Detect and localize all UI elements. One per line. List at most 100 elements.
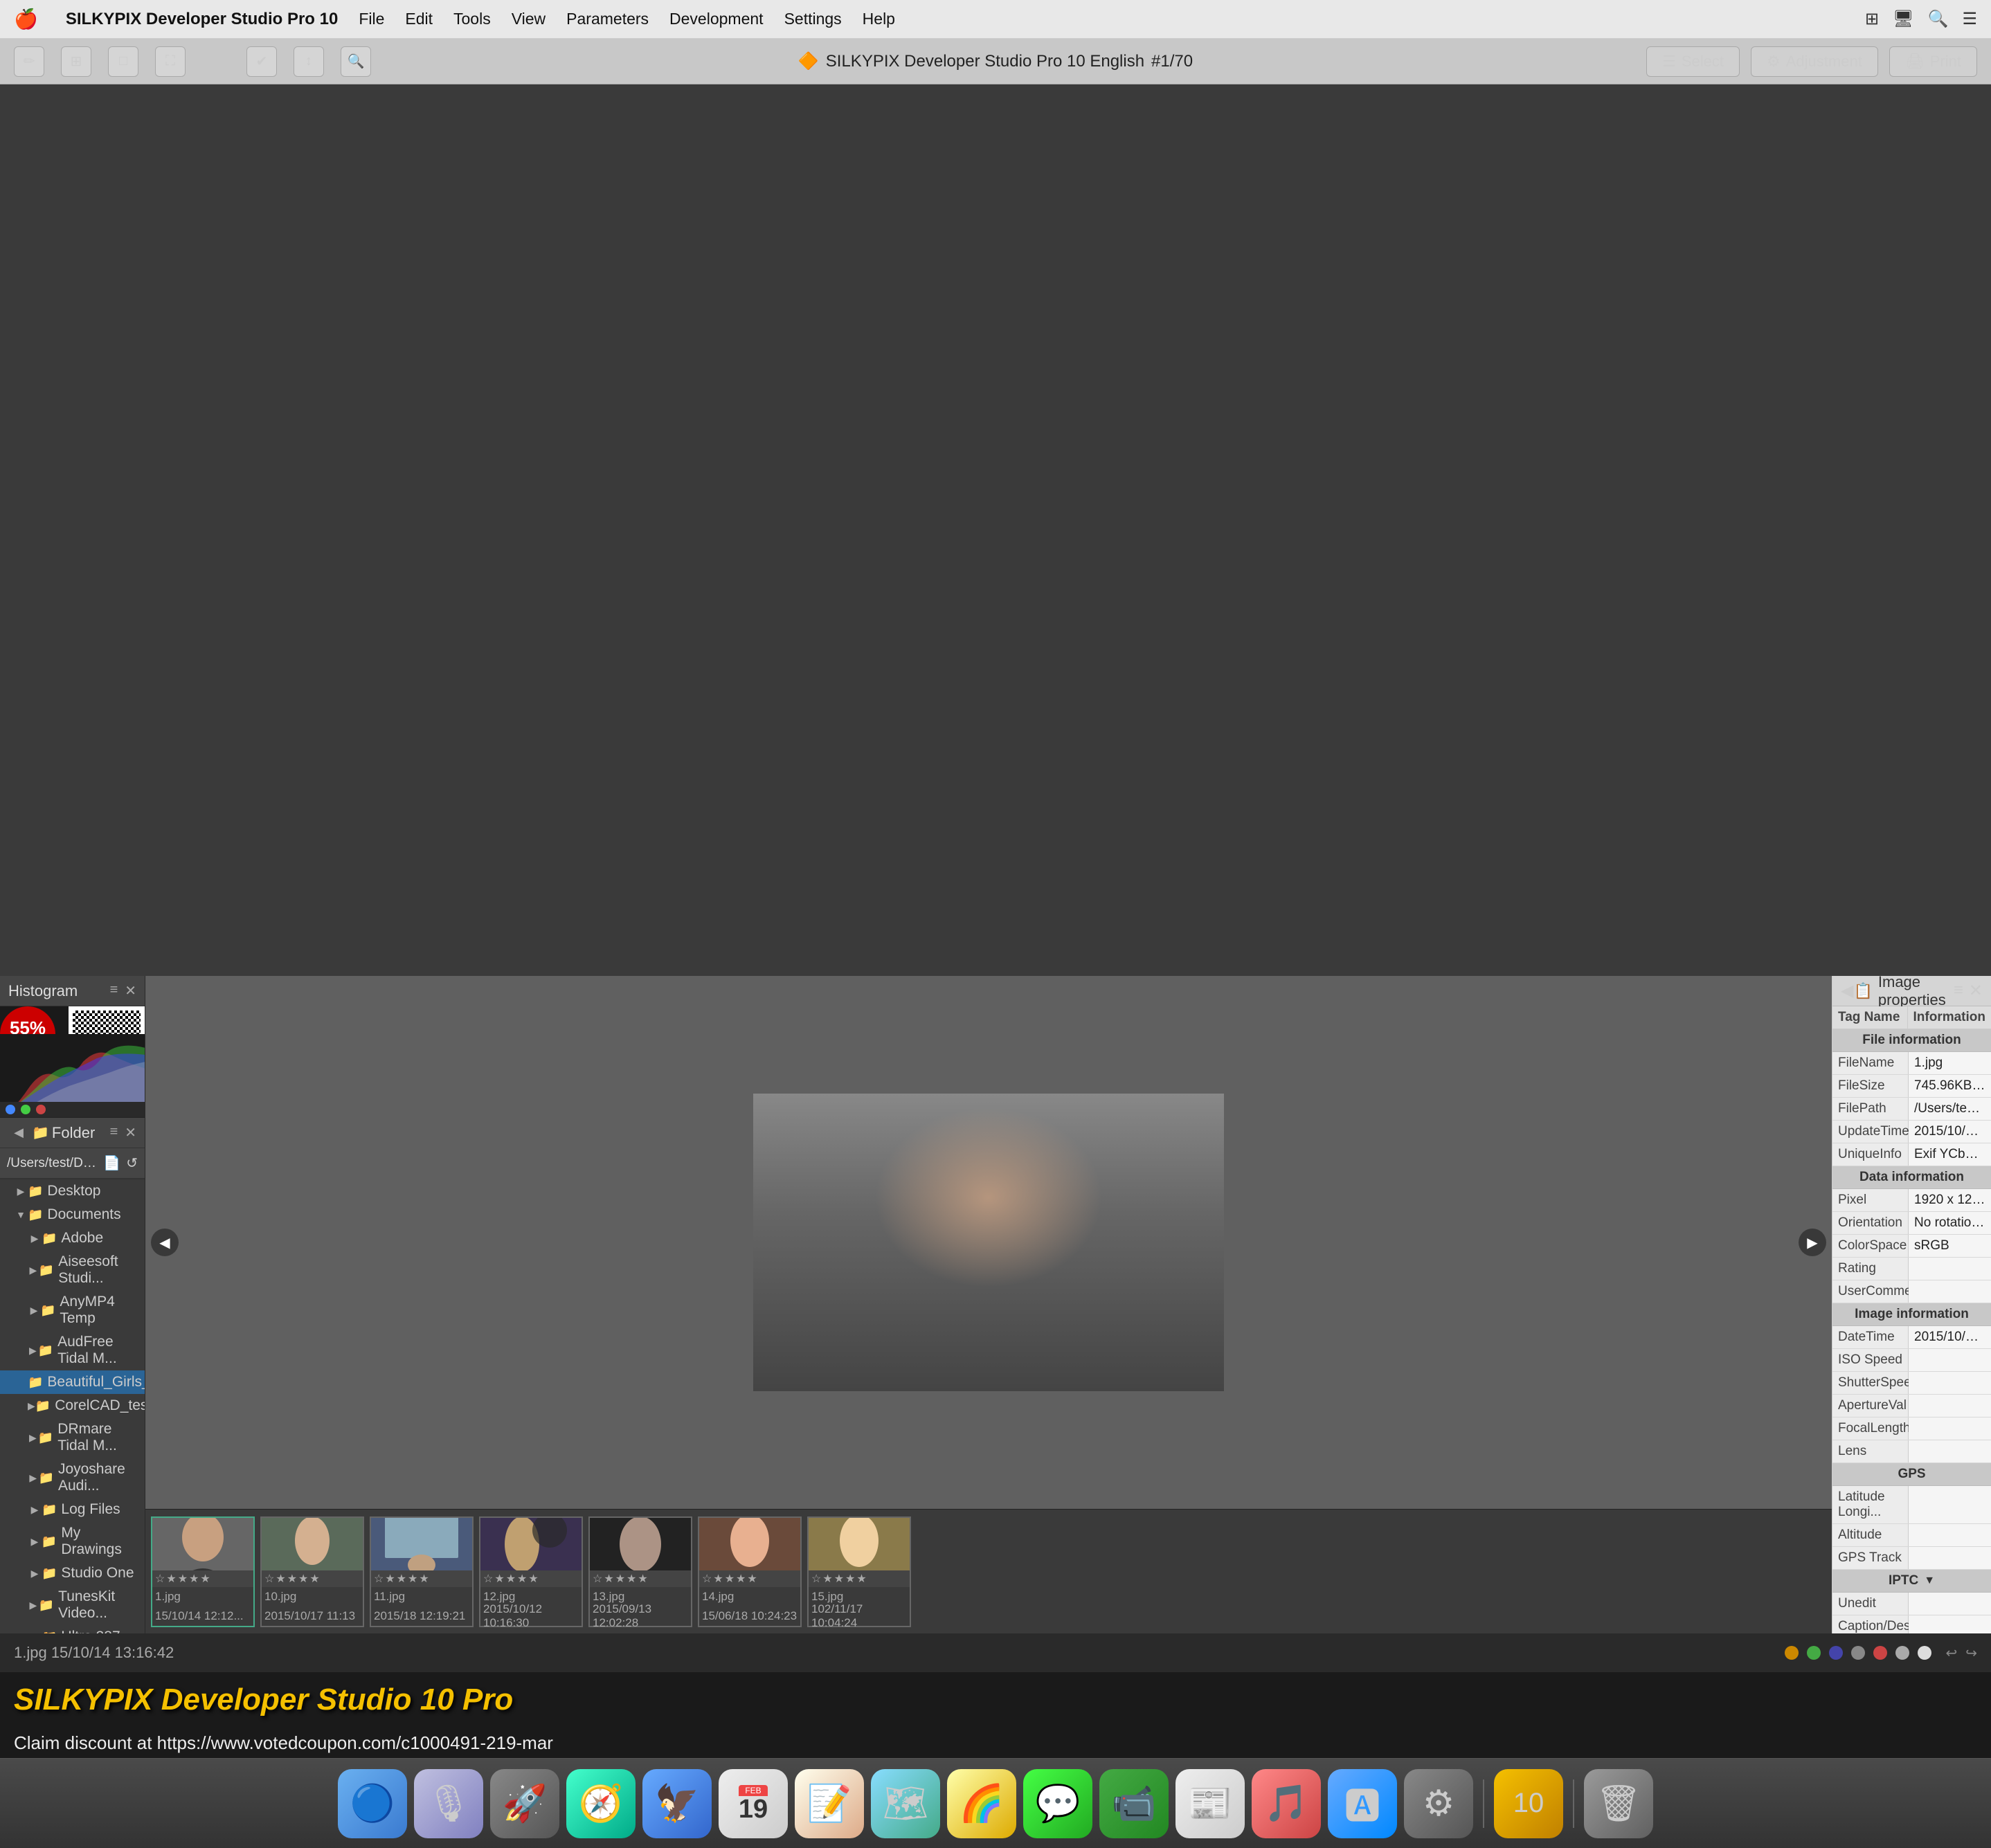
- toolbar-fullscreen[interactable]: ⛶: [155, 46, 186, 77]
- tree-folder-icon-tuneskit: 📁: [39, 1598, 54, 1613]
- adjustment-button[interactable]: ⚙ Adjustment: [1751, 46, 1878, 77]
- filmstrip-stars-2: ☆ ★ ★ ★ ★: [262, 1570, 363, 1587]
- right-panel-collapse[interactable]: ◀: [1841, 981, 1853, 1001]
- tree-item-studioone[interactable]: ▶ 📁 Studio One: [0, 1561, 145, 1585]
- tree-arrow-joyoshare: ▶: [28, 1472, 39, 1484]
- prop-focal: FocalLength: [1832, 1417, 1991, 1440]
- tree-item-desktop[interactable]: ▶ 📁 Desktop: [0, 1179, 145, 1203]
- menu-tools[interactable]: Tools: [453, 10, 491, 28]
- print-button[interactable]: 🖨 Print: [1889, 46, 1977, 77]
- menu-help[interactable]: Help: [863, 10, 895, 28]
- main-image-area[interactable]: ◀ ▶: [145, 976, 1832, 1509]
- tree-item-adobe[interactable]: ▶ 📁 Adobe: [0, 1226, 145, 1250]
- toolbar-app-icon: 🔶: [798, 51, 819, 71]
- filmstrip-item-2[interactable]: ☆ ★ ★ ★ ★ 10.jpg 2015/10/17 11:13: [260, 1516, 364, 1627]
- menu-settings[interactable]: Settings: [784, 10, 842, 28]
- tree-item-ultra[interactable]: ▶ 📁 Ultra 387: [0, 1625, 145, 1633]
- dock-syspref[interactable]: ⚙: [1404, 1769, 1473, 1838]
- folder-close-icon[interactable]: ✕: [125, 1124, 136, 1141]
- menu-parameters[interactable]: Parameters: [566, 10, 649, 28]
- filmstrip-info-2: 10.jpg: [262, 1587, 363, 1606]
- toolbar-edit-1[interactable]: ✔: [246, 46, 277, 77]
- left-panel: Histogram ≡ ✕ 55% OFF SCAN ME: [0, 976, 145, 1633]
- filmstrip-item-7[interactable]: ☆ ★ ★ ★ ★ 15.jpg 102/11/17 10:04:24: [807, 1516, 911, 1627]
- select-button[interactable]: ☰ Select: [1646, 46, 1740, 77]
- folder-panel-header: ◀ 📁 Folder ≡ ✕ /Users/test/Docume... 📄 ↺: [0, 1118, 145, 1179]
- folder-refresh-icon[interactable]: ↺: [126, 1154, 138, 1172]
- color-dot-green[interactable]: [21, 1105, 30, 1114]
- menubar-list-icon[interactable]: ☰: [1962, 9, 1977, 29]
- tree-item-aiseesoft[interactable]: ▶ 📁 Aiseesoft Studi...: [0, 1250, 145, 1290]
- dock-finder[interactable]: 🔵: [338, 1769, 407, 1838]
- toolbar-icon-3[interactable]: □: [108, 46, 138, 77]
- center-panel: ◀ ▶ ☆ ★ ★ ★ ★: [145, 976, 1832, 1633]
- filmstrip-item-1[interactable]: ☆ ★ ★ ★ ★ 1.jpg 15/10/14 12:12...: [151, 1516, 255, 1627]
- portrait-svg: [753, 1094, 1224, 1391]
- star-empty: ★: [604, 1572, 613, 1586]
- tree-item-beautiful-girls[interactable]: 📁 Beautiful_Girls_...: [0, 1370, 145, 1394]
- image-next-button[interactable]: ▶: [1799, 1229, 1826, 1256]
- menu-view[interactable]: View: [512, 10, 546, 28]
- tree-item-documents[interactable]: ▼ 📁 Documents: [0, 1203, 145, 1226]
- tree-item-tuneskit[interactable]: ▶ 📁 TunesKit Video...: [0, 1585, 145, 1625]
- dock-notes[interactable]: 📝: [795, 1769, 864, 1838]
- tree-item-logfiles[interactable]: ▶ 📁 Log Files: [0, 1498, 145, 1521]
- toolbar-icon-2[interactable]: ⊞: [61, 46, 91, 77]
- filmstrip-filename-4: 12.jpg: [483, 1590, 515, 1604]
- folder-expand-icon[interactable]: ≡: [110, 1124, 118, 1141]
- filmstrip-item-6[interactable]: ☆ ★ ★ ★ ★ 14.jpg 15/06/18 10:24:23: [698, 1516, 802, 1627]
- right-panel-close-icon[interactable]: ✕: [1969, 981, 1983, 1001]
- dock-silky[interactable]: 10: [1494, 1769, 1563, 1838]
- promo-claim-text: Claim discount at https://www.votedcoupo…: [14, 1732, 553, 1754]
- tree-item-corelcad[interactable]: ▶ 📁 CorelCAD_test_...: [0, 1394, 145, 1417]
- tree-item-mydrawings[interactable]: ▶ 📁 My Drawings: [0, 1521, 145, 1561]
- dock-bird[interactable]: 🦅: [642, 1769, 712, 1838]
- dock-safari[interactable]: 🧭: [566, 1769, 636, 1838]
- dock-news[interactable]: 📰: [1175, 1769, 1245, 1838]
- image-prev-button[interactable]: ◀: [151, 1229, 179, 1256]
- filmstrip-item-4[interactable]: ☆ ★ ★ ★ ★ 12.jpg 2015/10/12 10:16:30: [479, 1516, 583, 1627]
- dock-maps[interactable]: 🗺: [871, 1769, 940, 1838]
- filmstrip-item-5[interactable]: ☆ ★ ★ ★ ★ 13.jpg 2015/09/13 12:02:28: [588, 1516, 692, 1627]
- menubar-search-icon[interactable]: 🔍: [1928, 9, 1949, 29]
- dock-appstore[interactable]: 🅰: [1328, 1769, 1397, 1838]
- menu-edit[interactable]: Edit: [405, 10, 433, 28]
- redo-icon[interactable]: ↪: [1965, 1645, 1977, 1662]
- prop-key-colorspace: ColorSpace: [1832, 1235, 1909, 1257]
- histogram-close-icon[interactable]: ✕: [125, 982, 136, 999]
- toolbar-edit-3[interactable]: 🔍: [341, 46, 371, 77]
- prop-table-header: Tag Name Information: [1832, 1006, 1991, 1029]
- dock-trash[interactable]: 🗑: [1584, 1769, 1653, 1838]
- toolbar-edit-2[interactable]: ↕: [294, 46, 324, 77]
- dock-calendar[interactable]: FEB 19: [719, 1769, 788, 1838]
- prop-key-gpstrack: GPS Track: [1832, 1547, 1909, 1569]
- toolbar-icon-1[interactable]: ✏: [14, 46, 44, 77]
- prop-key-shutter: ShutterSpeed: [1832, 1372, 1909, 1394]
- folder-nav-left[interactable]: ◀: [8, 1123, 29, 1143]
- histogram-expand-icon[interactable]: ≡: [110, 982, 118, 999]
- filmstrip-item-3[interactable]: ☆ ★ ★ ★ ★ 11.jpg 2015/18 12:19:21: [370, 1516, 474, 1627]
- menubar-display-icon: 🖥: [1893, 9, 1913, 29]
- tree-item-anymp4[interactable]: ▶ 📁 AnyMP4 Temp: [0, 1290, 145, 1330]
- properties-title-text: Image properties: [1878, 976, 1954, 1009]
- apple-menu[interactable]: 🍎: [14, 8, 38, 30]
- prop-val-aperture: [1909, 1395, 1991, 1417]
- iptc-expand-icon[interactable]: ▼: [1924, 1575, 1935, 1587]
- color-dot-red[interactable]: [36, 1105, 46, 1114]
- menu-development[interactable]: Development: [669, 10, 764, 28]
- undo-icon[interactable]: ↩: [1945, 1645, 1957, 1662]
- star-empty: ★: [385, 1572, 395, 1586]
- promo-brand-text: SILKYPIX Developer Studio 10 Pro: [14, 1683, 513, 1717]
- dock-facetime[interactable]: 📹: [1099, 1769, 1169, 1838]
- dock-launchpad[interactable]: 🚀: [490, 1769, 559, 1838]
- tree-item-audfree[interactable]: ▶ 📁 AudFree Tidal M...: [0, 1330, 145, 1370]
- color-dot-blue[interactable]: [6, 1105, 15, 1114]
- dock-music[interactable]: 🎵: [1252, 1769, 1321, 1838]
- right-panel-expand-icon[interactable]: ≡: [1954, 981, 1963, 1001]
- menu-file[interactable]: File: [359, 10, 384, 28]
- dock-siri[interactable]: 🎙: [414, 1769, 483, 1838]
- dock-messages[interactable]: 💬: [1023, 1769, 1092, 1838]
- tree-item-drmare[interactable]: ▶ 📁 DRmare Tidal M...: [0, 1417, 145, 1458]
- dock-photos[interactable]: 🌈: [947, 1769, 1016, 1838]
- tree-item-joyoshare[interactable]: ▶ 📁 Joyoshare Audi...: [0, 1458, 145, 1498]
